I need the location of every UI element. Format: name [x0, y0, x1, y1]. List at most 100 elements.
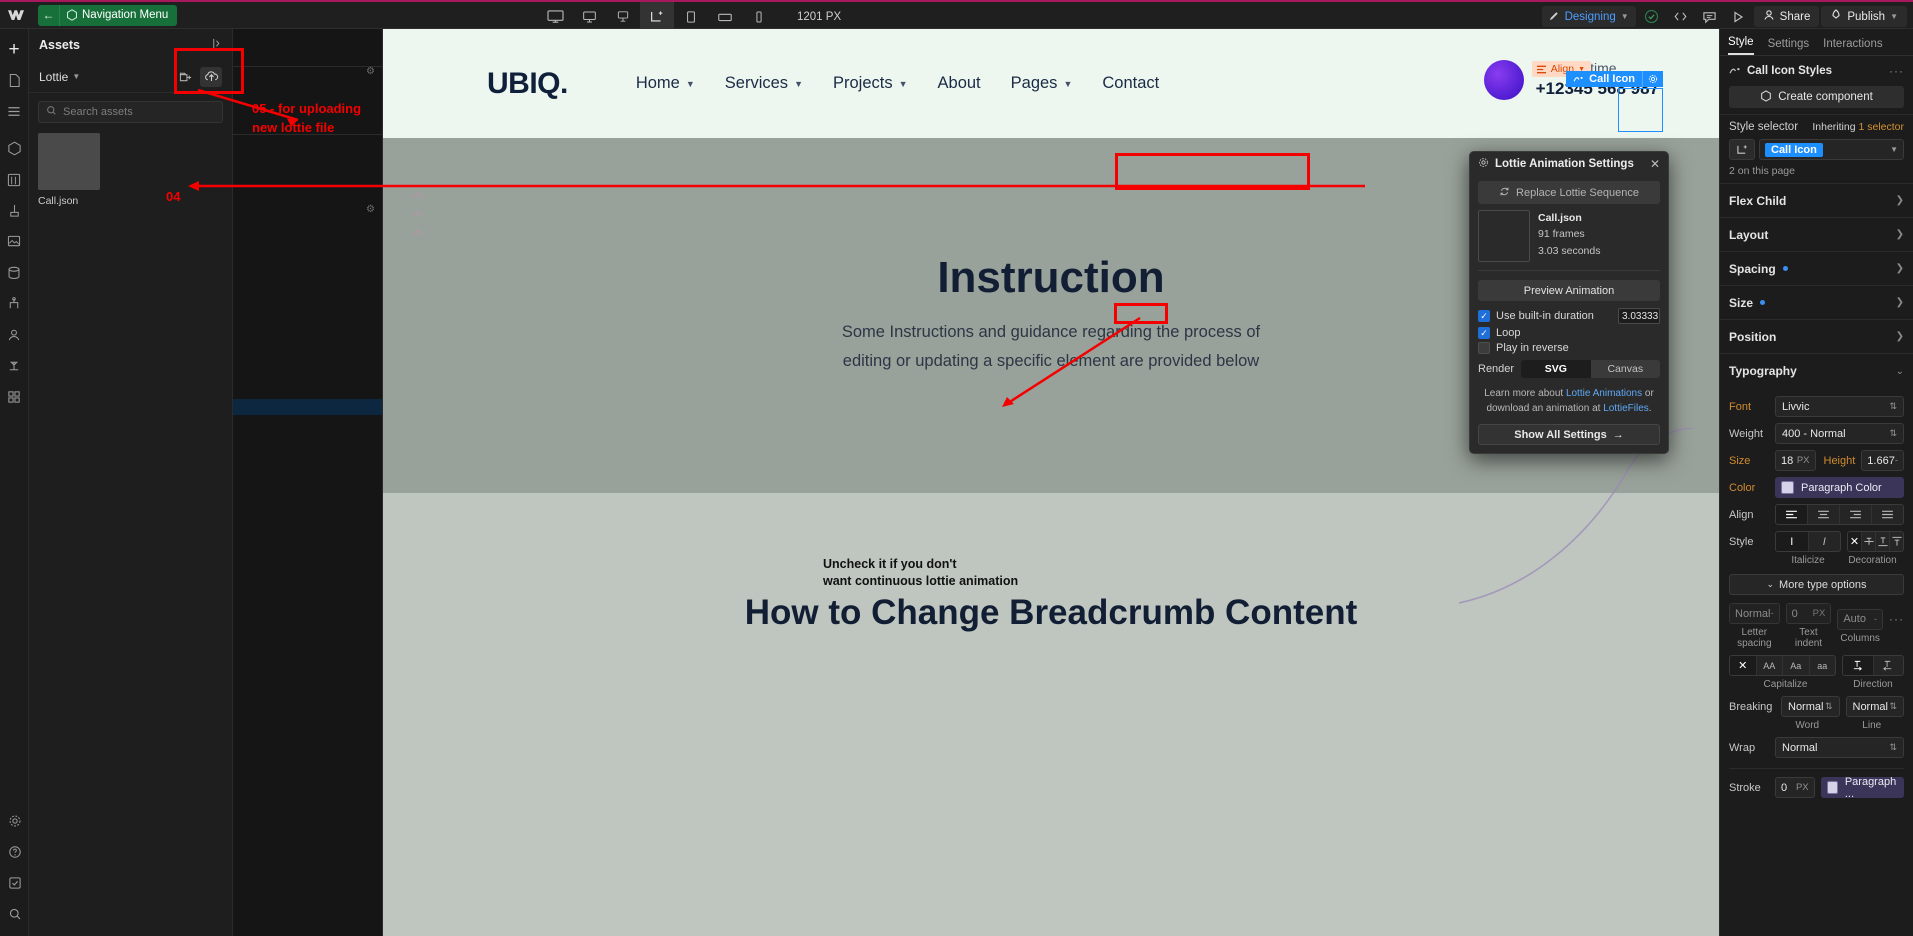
- replace-lottie-sequence-button[interactable]: Replace Lottie Sequence: [1478, 181, 1660, 204]
- help-question-icon[interactable]: [0, 837, 29, 866]
- device-desktop[interactable]: [606, 2, 640, 31]
- designing-mode-selector[interactable]: Designing ▼: [1541, 6, 1636, 27]
- search-input[interactable]: Search assets: [38, 101, 223, 123]
- nav-gear-icon-2[interactable]: ⚙: [366, 204, 375, 215]
- uppercase-icon[interactable]: AA: [1757, 656, 1783, 675]
- device-desktop-lg[interactable]: [572, 2, 606, 31]
- lottie-animation-settings-panel[interactable]: Lottie Animation Settings ✕ Replace Lott…: [1469, 151, 1669, 454]
- play-in-reverse-row[interactable]: Play in reverse: [1478, 342, 1660, 354]
- selector-field[interactable]: Call Icon ▼: [1759, 139, 1904, 160]
- check-circle-icon[interactable]: [1638, 2, 1665, 31]
- loop-row[interactable]: ✓ Loop: [1478, 327, 1660, 339]
- builtin-duration-checkbox[interactable]: ✓: [1478, 310, 1490, 322]
- navigator-layers-icon[interactable]: [0, 97, 29, 126]
- webflow-logo-icon[interactable]: [0, 1, 32, 29]
- weight-select[interactable]: 400 - Normal ⇅: [1775, 423, 1904, 444]
- render-segmented-control[interactable]: SVG Canvas: [1521, 360, 1660, 378]
- pages-icon[interactable]: [0, 66, 29, 95]
- navigator-selected-row[interactable]: [233, 399, 382, 415]
- capitalize-icon[interactable]: Aa: [1783, 656, 1810, 675]
- components-cube-icon[interactable]: [0, 134, 29, 163]
- nav-item-about[interactable]: About: [938, 74, 981, 93]
- lottie-animations-link[interactable]: Lottie Animations: [1566, 388, 1642, 399]
- stroke-width-input[interactable]: 0 PX: [1775, 777, 1815, 798]
- users-icon[interactable]: [0, 320, 29, 349]
- stroke-color-field[interactable]: Paragraph ...: [1820, 776, 1904, 800]
- device-tablet[interactable]: [674, 2, 708, 31]
- gear-icon[interactable]: [0, 806, 29, 835]
- design-canvas[interactable]: UBIQ. Home ▼ Services ▼ Projects ▼ About…: [383, 29, 1719, 936]
- show-all-settings-button[interactable]: Show All Settings →: [1478, 424, 1660, 445]
- logic-icon[interactable]: [0, 351, 29, 380]
- more-dots-icon[interactable]: ···: [1889, 64, 1904, 78]
- device-mobile-landscape[interactable]: [708, 2, 742, 31]
- device-desktop-xl[interactable]: [538, 2, 572, 31]
- asset-type-dropdown[interactable]: Lottie ▼: [39, 70, 80, 84]
- element-tag-main[interactable]: Call Icon: [1566, 71, 1642, 87]
- apps-grid-icon[interactable]: [0, 382, 29, 411]
- ecommerce-tree-icon[interactable]: [0, 289, 29, 318]
- chevron-down-icon[interactable]: ▼: [1890, 145, 1898, 154]
- nav-item-services[interactable]: Services ▼: [725, 74, 803, 93]
- element-icon[interactable]: [1729, 139, 1755, 160]
- decoration-group[interactable]: ✕: [1847, 531, 1904, 552]
- section-size[interactable]: Size ❯: [1720, 286, 1913, 320]
- more-dots-icon[interactable]: ···: [1889, 612, 1904, 640]
- section-spacing[interactable]: Spacing ❯: [1720, 252, 1913, 286]
- line-height-input[interactable]: 1.667 -: [1861, 450, 1904, 471]
- selector-chip[interactable]: Call Icon: [1765, 142, 1823, 157]
- nav-item-contact[interactable]: Contact: [1102, 74, 1159, 93]
- stroke-color-swatch[interactable]: [1826, 781, 1838, 794]
- letter-spacing-input[interactable]: Normal -: [1729, 603, 1780, 624]
- add-element-icon[interactable]: +: [0, 35, 29, 64]
- device-base-breakpoint[interactable]: [640, 2, 674, 31]
- code-brackets-icon[interactable]: [1667, 2, 1694, 31]
- create-component-button[interactable]: Create component: [1729, 86, 1904, 108]
- device-mobile-portrait[interactable]: [742, 2, 776, 31]
- asset-thumbnail[interactable]: [38, 133, 100, 190]
- font-size-input[interactable]: 18 PX: [1775, 450, 1816, 471]
- nav-item-home[interactable]: Home ▼: [636, 74, 695, 93]
- underline-icon[interactable]: [1876, 532, 1890, 551]
- section-position[interactable]: Position ❯: [1720, 320, 1913, 354]
- publish-button[interactable]: Publish ▼: [1821, 6, 1907, 27]
- section-layout[interactable]: Layout ❯: [1720, 218, 1913, 252]
- wrap-select[interactable]: Normal ⇅: [1775, 737, 1904, 758]
- section-typography[interactable]: Typography ⌄: [1720, 354, 1913, 388]
- direction-ltr-icon[interactable]: [1843, 656, 1874, 675]
- preview-animation-button[interactable]: Preview Animation: [1478, 280, 1660, 301]
- render-option-canvas[interactable]: Canvas: [1591, 360, 1660, 378]
- align-center-icon[interactable]: [1808, 505, 1840, 524]
- capitalize-group[interactable]: ✕ AA Aa aa: [1729, 655, 1836, 676]
- render-option-svg[interactable]: SVG: [1521, 360, 1591, 378]
- share-button[interactable]: Share: [1753, 6, 1820, 27]
- align-left-icon[interactable]: [1776, 505, 1808, 524]
- section-flex-child[interactable]: Flex Child ❯: [1720, 184, 1913, 218]
- lottiefiles-link[interactable]: LottieFiles: [1603, 403, 1649, 414]
- no-capitalize-icon[interactable]: ✕: [1730, 656, 1757, 675]
- direction-rtl-icon[interactable]: [1874, 656, 1904, 675]
- element-label-tag[interactable]: Call Icon: [1566, 71, 1663, 87]
- more-type-options-button[interactable]: ⌄ More type options: [1729, 574, 1904, 595]
- navigation-menu-pill[interactable]: ← Navigation Menu: [38, 4, 178, 26]
- use-builtin-duration-row[interactable]: ✓ Use built-in duration 3.03333: [1478, 308, 1660, 324]
- site-brand[interactable]: UBIQ.: [487, 67, 568, 101]
- assets-image-icon[interactable]: [0, 227, 29, 256]
- no-decoration-icon[interactable]: ✕: [1848, 532, 1862, 551]
- variables-icon[interactable]: [0, 165, 29, 194]
- tab-settings[interactable]: Settings: [1768, 38, 1810, 55]
- font-select[interactable]: Livvic ⇅: [1775, 396, 1904, 417]
- loop-checkbox[interactable]: ✓: [1478, 327, 1490, 339]
- normal-upright-icon[interactable]: I: [1776, 532, 1809, 551]
- word-breaking-select[interactable]: Normal ⇅: [1781, 696, 1840, 717]
- nav-item-projects[interactable]: Projects ▼: [833, 74, 908, 93]
- close-icon[interactable]: ✕: [1650, 157, 1660, 171]
- comment-icon[interactable]: [1696, 2, 1723, 31]
- element-tag-gear-icon[interactable]: [1642, 71, 1663, 87]
- preview-play-icon[interactable]: [1725, 2, 1752, 31]
- asset-item[interactable]: Call.json: [38, 133, 100, 207]
- duration-input[interactable]: 3.03333: [1618, 308, 1660, 324]
- audit-checkbox-icon[interactable]: [0, 868, 29, 897]
- color-swatch[interactable]: [1781, 481, 1794, 494]
- overline-icon[interactable]: [1890, 532, 1903, 551]
